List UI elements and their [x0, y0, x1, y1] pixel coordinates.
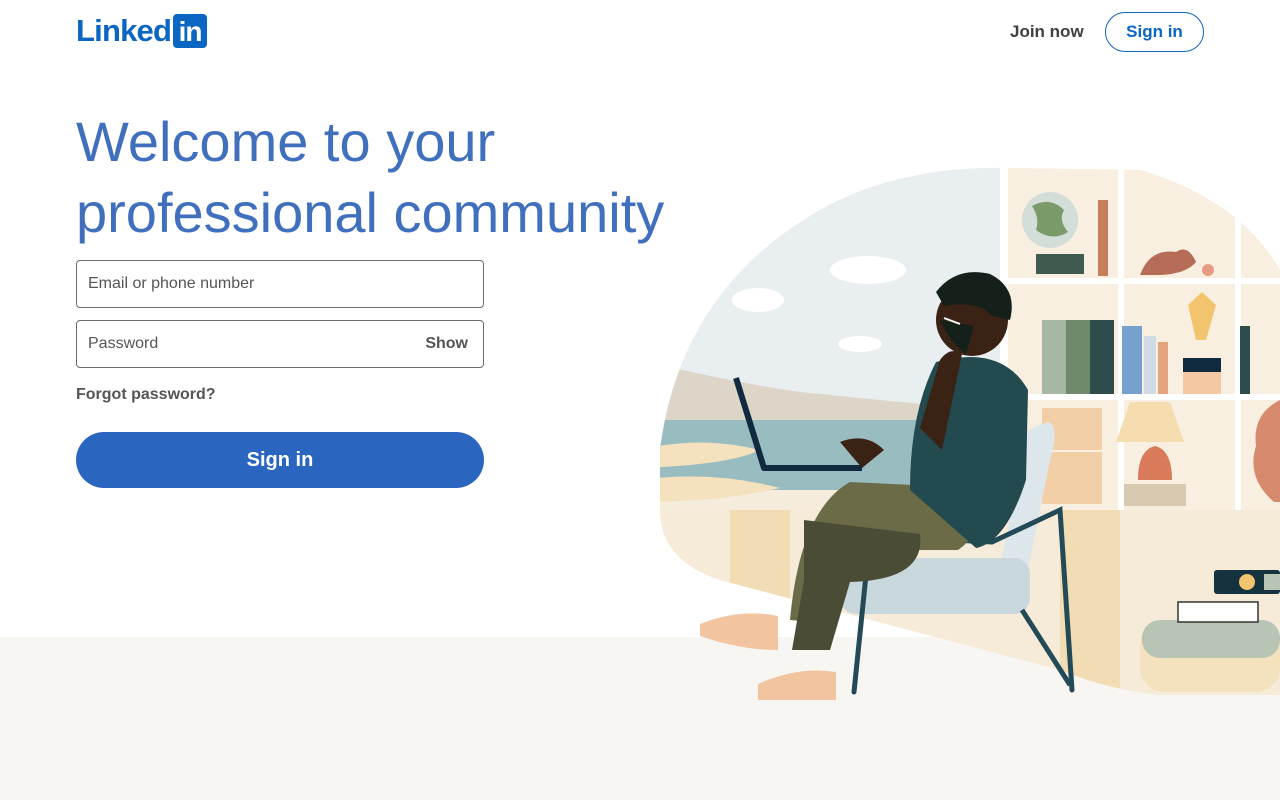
hero-illustration: [660, 167, 1280, 700]
linkedin-logo[interactable]: Linked in: [76, 13, 208, 48]
forgot-password-link[interactable]: Forgot password?: [76, 386, 216, 404]
email-field[interactable]: [88, 261, 408, 307]
linkedin-logo-icon: in: [173, 14, 208, 48]
show-password-button[interactable]: Show: [425, 321, 468, 367]
password-field[interactable]: [88, 321, 408, 367]
logo-wordmark: Linked: [76, 13, 172, 48]
email-field-container: [76, 260, 484, 308]
join-now-link[interactable]: Join now: [1000, 12, 1094, 52]
header-sign-in-button[interactable]: Sign in: [1105, 12, 1204, 52]
page-title: Welcome to your professional community: [76, 110, 665, 244]
password-field-container: Show: [76, 320, 484, 368]
sign-in-button[interactable]: Sign in: [76, 432, 484, 488]
